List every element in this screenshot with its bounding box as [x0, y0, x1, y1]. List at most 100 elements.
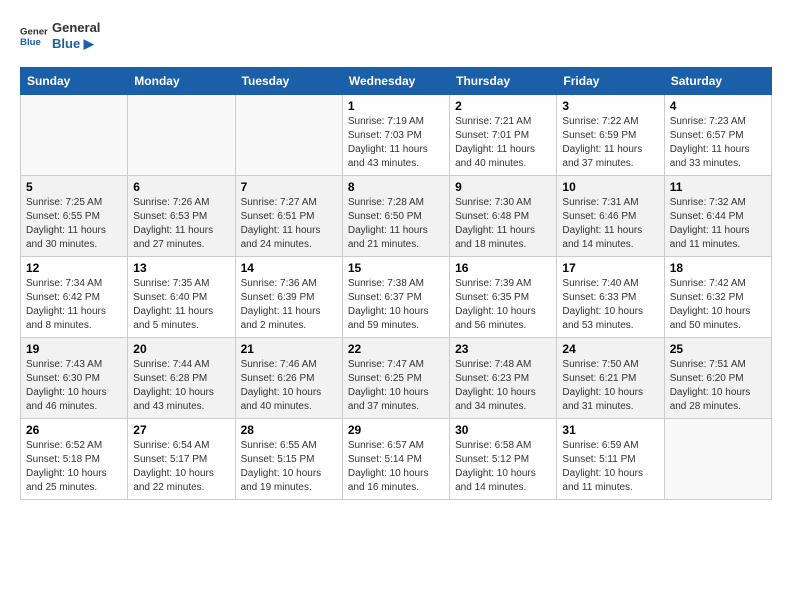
calendar-cell: 31Sunrise: 6:59 AM Sunset: 5:11 PM Dayli…: [557, 419, 664, 500]
logo: General Blue General Blue ▶: [20, 20, 100, 51]
date-number: 21: [241, 342, 337, 356]
cell-content: Sunrise: 7:19 AM Sunset: 7:03 PM Dayligh…: [348, 115, 444, 171]
calendar-cell: 18 Sunrise: 7:42 AM Sunset: 6:32 PM Dayli…: [664, 257, 771, 338]
svg-text:General: General: [20, 26, 48, 37]
page-header: General Blue General Blue ▶: [20, 20, 772, 51]
date-number: 8: [348, 180, 444, 194]
cell-content: Sunrise: 7:32 AM Sunset: 6:44 PM Dayligh…: [670, 196, 766, 252]
calendar-cell: 28 Sunrise: 6:55 AM Sunset: 5:15 PM Dayli…: [235, 419, 342, 500]
day-header-tuesday: Tuesday: [235, 68, 342, 95]
date-number: 15: [348, 261, 444, 275]
cell-content: Sunrise: 7:43 AM Sunset: 6:30 PM Dayligh…: [26, 358, 122, 414]
cell-content: Sunrise: 7:25 AM Sunset: 6:55 PM Dayligh…: [26, 196, 122, 252]
date-number: 28: [241, 423, 337, 437]
date-number: 5: [26, 180, 122, 194]
calendar-cell: 27 Sunrise: 6:54 AM Sunset: 5:17 PM Dayli…: [128, 419, 235, 500]
date-number: 16: [455, 261, 551, 275]
calendar-cell: 11Sunrise: 7:32 AM Sunset: 6:44 PM Dayli…: [664, 176, 771, 257]
cell-content: Sunrise: 7:21 AM Sunset: 7:01 PM Dayligh…: [455, 115, 551, 171]
date-number: 22: [348, 342, 444, 356]
date-number: 2: [455, 99, 551, 113]
calendar-cell: 25Sunrise: 7:51 AM Sunset: 6:20 PM Dayli…: [664, 338, 771, 419]
cell-content: Sunrise: 6:55 AM Sunset: 5:15 PM Dayligh…: [241, 439, 337, 495]
date-number: 6: [133, 180, 229, 194]
calendar-cell: 10 Sunrise: 7:31 AM Sunset: 6:46 PM Dayli…: [557, 176, 664, 257]
logo-general: General: [52, 20, 100, 36]
cell-content: Sunrise: 7:47 AM Sunset: 6:25 PM Dayligh…: [348, 358, 444, 414]
cell-content: Sunrise: 6:52 AM Sunset: 5:18 PM Dayligh…: [26, 439, 122, 495]
calendar-cell: [664, 419, 771, 500]
date-number: 29: [348, 423, 444, 437]
calendar-cell: 16 Sunrise: 7:39 AM Sunset: 6:35 PM Dayli…: [450, 257, 557, 338]
date-number: 20: [133, 342, 229, 356]
cell-content: Sunrise: 6:59 AM Sunset: 5:11 PM Dayligh…: [562, 439, 658, 495]
date-number: 18: [670, 261, 766, 275]
calendar-cell: 8Sunrise: 7:28 AM Sunset: 6:50 PM Daylig…: [342, 176, 449, 257]
cell-content: Sunrise: 7:31 AM Sunset: 6:46 PM Dayligh…: [562, 196, 658, 252]
week-row-5: 26 Sunrise: 6:52 AM Sunset: 5:18 PM Dayli…: [21, 419, 772, 500]
calendar-cell: 19 Sunrise: 7:43 AM Sunset: 6:30 PM Dayli…: [21, 338, 128, 419]
calendar-cell: 1 Sunrise: 7:19 AM Sunset: 7:03 PM Daylig…: [342, 95, 449, 176]
logo-icon: General Blue: [20, 22, 48, 50]
day-header-saturday: Saturday: [664, 68, 771, 95]
calendar-cell: [235, 95, 342, 176]
logo-blue: Blue ▶: [52, 36, 100, 52]
date-number: 10: [562, 180, 658, 194]
calendar-cell: 17Sunrise: 7:40 AM Sunset: 6:33 PM Dayli…: [557, 257, 664, 338]
cell-content: Sunrise: 7:35 AM Sunset: 6:40 PM Dayligh…: [133, 277, 229, 333]
cell-content: Sunrise: 7:42 AM Sunset: 6:32 PM Dayligh…: [670, 277, 766, 333]
date-number: 1: [348, 99, 444, 113]
calendar-cell: 30 Sunrise: 6:58 AM Sunset: 5:12 PM Dayli…: [450, 419, 557, 500]
calendar-cell: 12 Sunrise: 7:34 AM Sunset: 6:42 PM Dayli…: [21, 257, 128, 338]
cell-content: Sunrise: 7:23 AM Sunset: 6:57 PM Dayligh…: [670, 115, 766, 171]
calendar-cell: 14 Sunrise: 7:36 AM Sunset: 6:39 PM Dayli…: [235, 257, 342, 338]
cell-content: Sunrise: 7:44 AM Sunset: 6:28 PM Dayligh…: [133, 358, 229, 414]
date-number: 3: [562, 99, 658, 113]
cell-content: Sunrise: 6:58 AM Sunset: 5:12 PM Dayligh…: [455, 439, 551, 495]
date-number: 23: [455, 342, 551, 356]
date-number: 19: [26, 342, 122, 356]
calendar-cell: 7 Sunrise: 7:27 AM Sunset: 6:51 PM Daylig…: [235, 176, 342, 257]
week-row-1: 1 Sunrise: 7:19 AM Sunset: 7:03 PM Daylig…: [21, 95, 772, 176]
cell-content: Sunrise: 6:57 AM Sunset: 5:14 PM Dayligh…: [348, 439, 444, 495]
calendar-cell: 9Sunrise: 7:30 AM Sunset: 6:48 PM Daylig…: [450, 176, 557, 257]
svg-text:Blue: Blue: [20, 36, 41, 47]
cell-content: Sunrise: 7:39 AM Sunset: 6:35 PM Dayligh…: [455, 277, 551, 333]
calendar-cell: 15 Sunrise: 7:38 AM Sunset: 6:37 PM Dayli…: [342, 257, 449, 338]
day-header-thursday: Thursday: [450, 68, 557, 95]
calendar-table: SundayMondayTuesdayWednesdayThursdayFrid…: [20, 67, 772, 500]
date-number: 26: [26, 423, 122, 437]
cell-content: Sunrise: 7:48 AM Sunset: 6:23 PM Dayligh…: [455, 358, 551, 414]
cell-content: Sunrise: 7:36 AM Sunset: 6:39 PM Dayligh…: [241, 277, 337, 333]
calendar-cell: 21 Sunrise: 7:46 AM Sunset: 6:26 PM Dayli…: [235, 338, 342, 419]
cell-content: Sunrise: 7:50 AM Sunset: 6:21 PM Dayligh…: [562, 358, 658, 414]
calendar-cell: [21, 95, 128, 176]
cell-content: Sunrise: 7:27 AM Sunset: 6:51 PM Dayligh…: [241, 196, 337, 252]
cell-content: Sunrise: 7:46 AM Sunset: 6:26 PM Dayligh…: [241, 358, 337, 414]
calendar-cell: 22 Sunrise: 7:47 AM Sunset: 6:25 PM Dayli…: [342, 338, 449, 419]
week-row-4: 19 Sunrise: 7:43 AM Sunset: 6:30 PM Dayli…: [21, 338, 772, 419]
header-row: SundayMondayTuesdayWednesdayThursdayFrid…: [21, 68, 772, 95]
date-number: 30: [455, 423, 551, 437]
cell-content: Sunrise: 6:54 AM Sunset: 5:17 PM Dayligh…: [133, 439, 229, 495]
calendar-cell: 2 Sunrise: 7:21 AM Sunset: 7:01 PM Daylig…: [450, 95, 557, 176]
date-number: 24: [562, 342, 658, 356]
cell-content: Sunrise: 7:38 AM Sunset: 6:37 PM Dayligh…: [348, 277, 444, 333]
calendar-cell: 3Sunrise: 7:22 AM Sunset: 6:59 PM Daylig…: [557, 95, 664, 176]
date-number: 14: [241, 261, 337, 275]
day-header-wednesday: Wednesday: [342, 68, 449, 95]
cell-content: Sunrise: 7:26 AM Sunset: 6:53 PM Dayligh…: [133, 196, 229, 252]
date-number: 27: [133, 423, 229, 437]
calendar-cell: 6 Sunrise: 7:26 AM Sunset: 6:53 PM Daylig…: [128, 176, 235, 257]
week-row-2: 5 Sunrise: 7:25 AM Sunset: 6:55 PM Daylig…: [21, 176, 772, 257]
cell-content: Sunrise: 7:40 AM Sunset: 6:33 PM Dayligh…: [562, 277, 658, 333]
calendar-cell: 26 Sunrise: 6:52 AM Sunset: 5:18 PM Dayli…: [21, 419, 128, 500]
calendar-cell: 29 Sunrise: 6:57 AM Sunset: 5:14 PM Dayli…: [342, 419, 449, 500]
date-number: 4: [670, 99, 766, 113]
cell-content: Sunrise: 7:34 AM Sunset: 6:42 PM Dayligh…: [26, 277, 122, 333]
calendar-cell: 23 Sunrise: 7:48 AM Sunset: 6:23 PM Dayli…: [450, 338, 557, 419]
week-row-3: 12 Sunrise: 7:34 AM Sunset: 6:42 PM Dayli…: [21, 257, 772, 338]
date-number: 7: [241, 180, 337, 194]
date-number: 12: [26, 261, 122, 275]
calendar-cell: 4 Sunrise: 7:23 AM Sunset: 6:57 PM Daylig…: [664, 95, 771, 176]
